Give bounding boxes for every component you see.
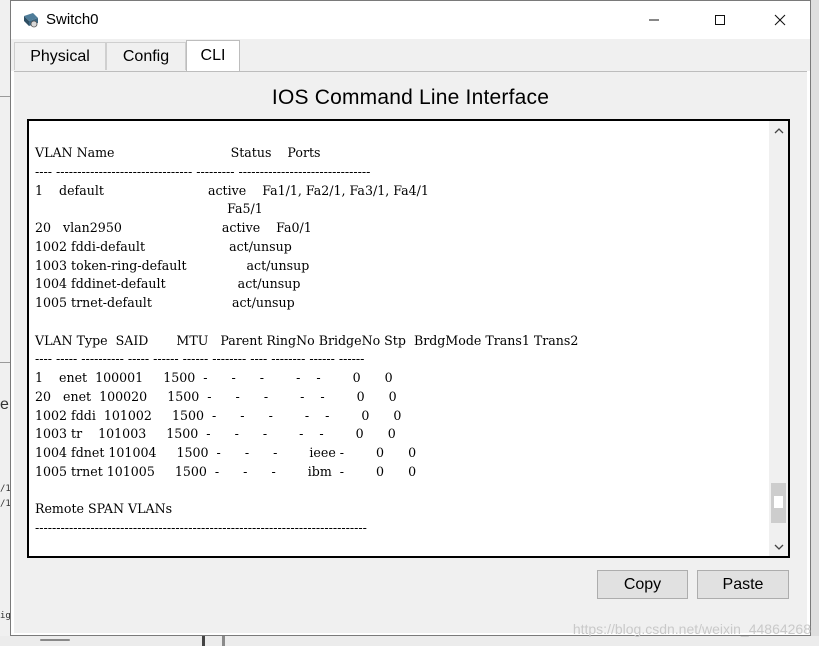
tab-strip: Physical Config CLI [11, 39, 810, 71]
copy-button[interactable]: Copy [597, 570, 688, 599]
background-divider [202, 636, 205, 646]
maximize-icon [715, 15, 725, 25]
terminal-line: 1004 fdnet 101004 1500 - - - ieee - 0 0 [35, 445, 417, 460]
minimize-icon [649, 19, 659, 21]
switch-app-icon [22, 11, 40, 29]
minimize-button[interactable] [631, 1, 677, 39]
background-divider [0, 96, 10, 97]
terminal-line: ----------------------------------------… [35, 520, 367, 535]
terminal-line: 1005 trnet-default act/unsup [35, 295, 295, 310]
cli-panel: IOS Command Line Interface VLAN Name Sta… [14, 71, 807, 633]
scroll-up-button[interactable] [769, 121, 788, 140]
chevron-up-icon [774, 127, 783, 133]
background-mark [40, 639, 70, 641]
scroll-down-button[interactable] [769, 537, 788, 556]
terminal-line: Remote SPAN VLANs [35, 501, 173, 517]
terminal-line: 1005 trnet 101005 1500 - - - ibm - 0 0 [35, 463, 417, 479]
terminal-line: 20 vlan2950 active Fa0/1 [35, 220, 312, 235]
paste-button[interactable]: Paste [697, 570, 789, 599]
chevron-down-icon [774, 544, 783, 550]
tab-cli[interactable]: CLI [186, 40, 240, 71]
terminal-line: VLAN Type SAID MTU Parent RingNo BridgeN… [35, 332, 579, 348]
switch-window: Switch0 Physical Config CLI IOS Command … [10, 0, 811, 636]
terminal-line: VLAN Name Status Ports [35, 145, 321, 160]
close-icon [774, 14, 786, 26]
scroll-thumb-grip [774, 496, 783, 508]
scroll-thumb[interactable] [771, 483, 786, 523]
terminal-line: 1002 fddi 101002 1500 - - - - - 0 0 [35, 407, 402, 423]
cli-terminal[interactable]: VLAN Name Status Ports ---- -------------… [27, 119, 790, 558]
watermark-text: https://blog.csdn.net/weixin_44864268 [572, 621, 811, 637]
terminal-line: 1002 fddi-default act/unsup [35, 238, 292, 254]
terminal-line: 1004 fddinet-default act/unsup [35, 276, 301, 292]
terminal-line: 20 enet 100020 1500 - - - - - 0 0 [35, 388, 397, 404]
tab-config[interactable]: Config [106, 42, 186, 70]
terminal-line: 1 enet 100001 1500 - - - - - 0 0 [35, 370, 393, 385]
maximize-button[interactable] [697, 1, 743, 39]
background-divider [0, 362, 10, 363]
terminal-line: Fa5/1 [35, 201, 263, 217]
terminal-line: ---- ----- ---------- ----- ------ -----… [35, 351, 365, 367]
terminal-output[interactable]: VLAN Name Status Ports ---- -------------… [35, 144, 578, 538]
window-title: Switch0 [46, 11, 99, 28]
terminal-line: 1 default active Fa1/1, Fa2/1, Fa3/1, Fa… [35, 182, 429, 198]
title-bar[interactable]: Switch0 [11, 1, 810, 39]
terminal-line: ---- -------------------------------- --… [35, 163, 371, 179]
tab-physical[interactable]: Physical [14, 42, 106, 70]
cli-heading: IOS Command Line Interface [271, 86, 550, 109]
terminal-line: 1003 tr 101003 1500 - - - - - 0 0 [35, 426, 396, 442]
terminal-line: 1003 token-ring-default act/unsup [35, 257, 310, 273]
background-app-bottom [0, 636, 819, 646]
background-divider [222, 636, 225, 646]
background-app-edge [0, 0, 10, 646]
terminal-scrollbar[interactable] [769, 121, 788, 556]
background-text-fragment: e [0, 396, 9, 413]
close-button[interactable] [757, 1, 803, 39]
